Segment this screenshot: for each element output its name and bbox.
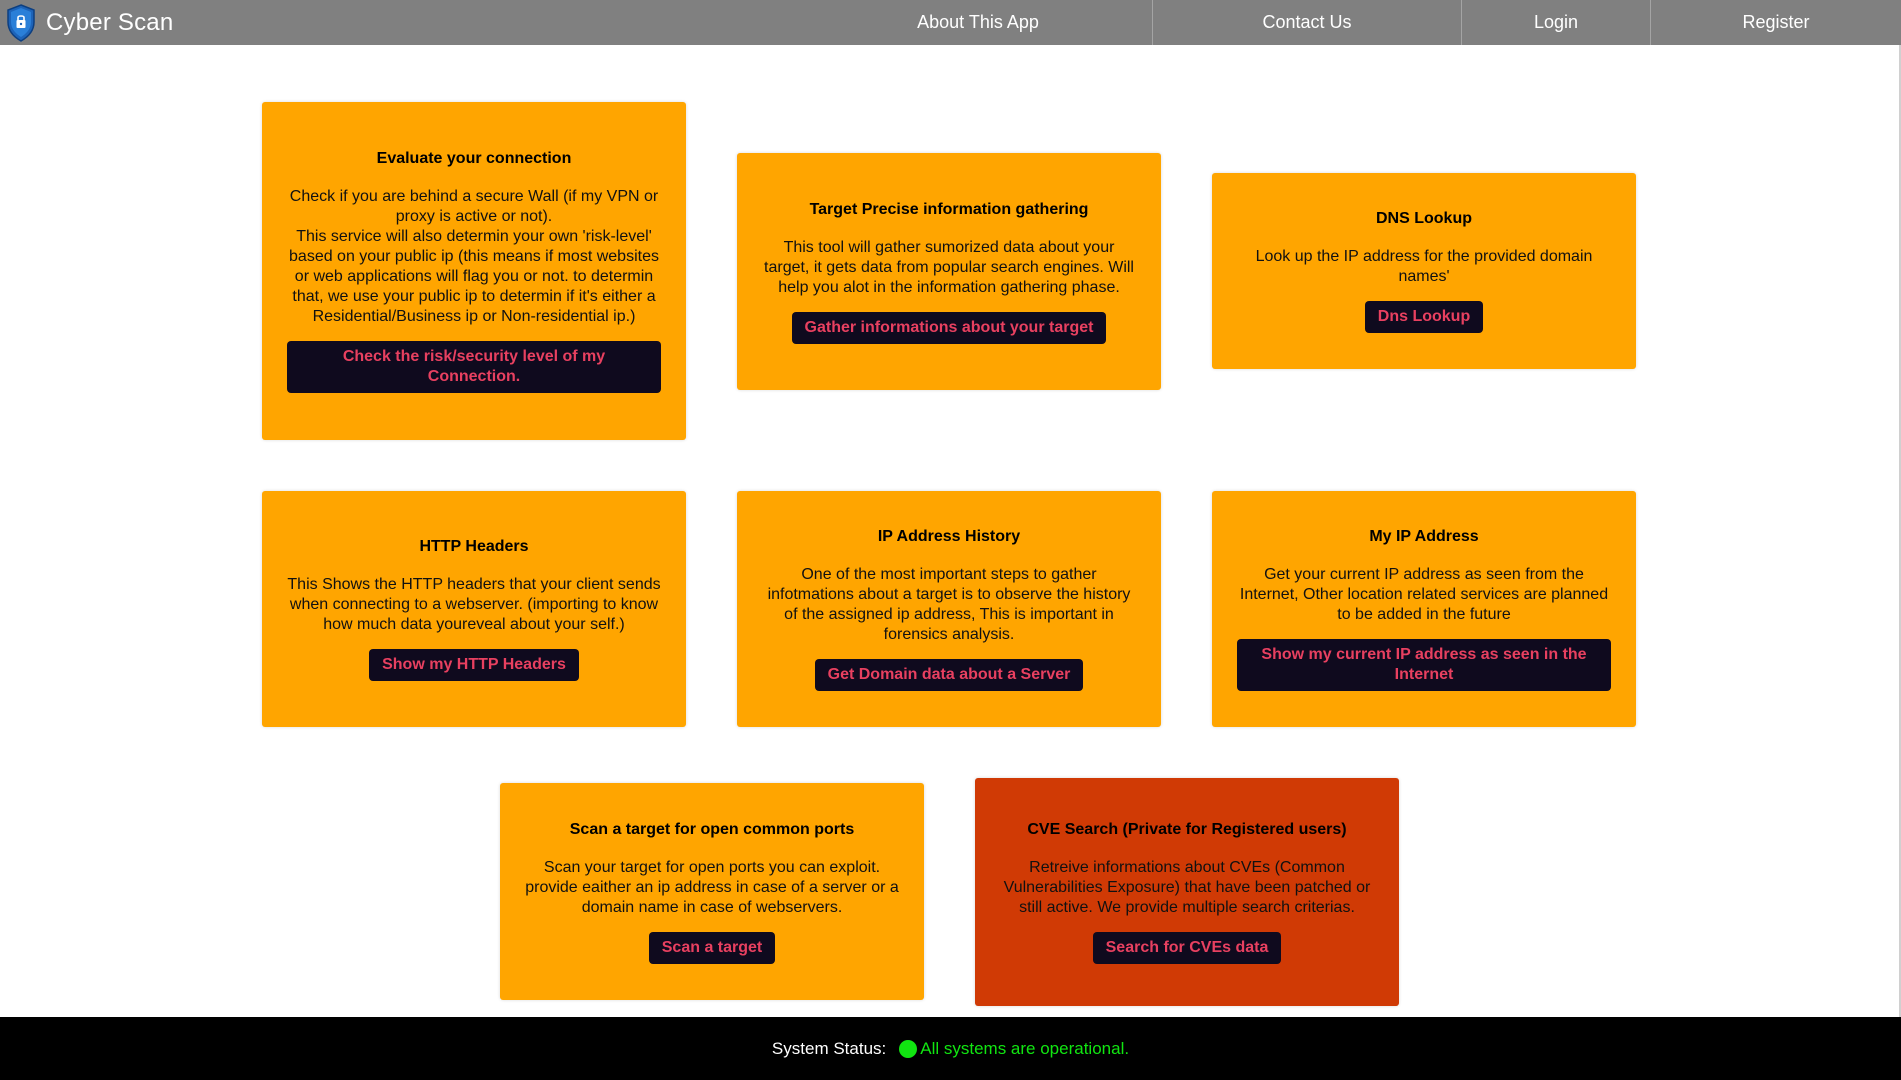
- card-description: Get your current IP address as seen from…: [1239, 566, 1609, 623]
- card-title: Target Precise information gathering: [809, 200, 1089, 218]
- top-navbar: Cyber Scan About This App Contact Us Log…: [0, 0, 1901, 45]
- nav-menu: About This App Contact Us Login Register: [804, 0, 1901, 45]
- card-http-headers: HTTP Headers This Shows the HTTP headers…: [262, 491, 686, 727]
- card-title: My IP Address: [1369, 528, 1479, 545]
- card-title: IP Address History: [877, 528, 1021, 545]
- card-ip-address-history: IP Address History One of the most impor…: [737, 491, 1161, 727]
- card-dns-lookup: DNS Lookup Look up the IP address for th…: [1212, 173, 1636, 369]
- page: Cyber Scan About This App Contact Us Log…: [0, 0, 1901, 1080]
- scan-target-button[interactable]: Scan a target: [648, 931, 776, 964]
- card-target-info-gathering: Target Precise information gathering Thi…: [737, 153, 1161, 390]
- card-title: DNS Lookup: [1376, 210, 1472, 227]
- card-cve-search: CVE Search (Private for Registered users…: [975, 778, 1399, 1006]
- status-dot-icon: [899, 1039, 918, 1058]
- dns-lookup-button[interactable]: Dns Lookup: [1364, 301, 1484, 333]
- card-description: Check if you are behind a secure Wall (i…: [289, 188, 659, 325]
- nav-about[interactable]: About This App: [804, 0, 1153, 45]
- brand-link[interactable]: Cyber Scan: [0, 0, 173, 45]
- card-title: CVE Search (Private for Registered users…: [1027, 821, 1347, 838]
- card-my-ip-address: My IP Address Get your current IP addres…: [1212, 491, 1636, 727]
- status-footer: System Status: All systems are operation…: [0, 1017, 1901, 1080]
- card-description: This tool will gather sumorized data abo…: [764, 238, 1134, 296]
- card-evaluate-connection: Evaluate your connection Check if you ar…: [262, 102, 686, 440]
- card-port-scan: Scan a target for open common ports Scan…: [500, 783, 924, 1000]
- nav-login[interactable]: Login: [1462, 0, 1651, 45]
- card-title: Scan a target for open common ports: [569, 820, 855, 838]
- nav-register[interactable]: Register: [1651, 0, 1901, 45]
- card-description: Retreive informations about CVEs (Common…: [1003, 859, 1371, 916]
- card-description: One of the most important steps to gathe…: [767, 566, 1131, 643]
- check-risk-button[interactable]: Check the risk/security level of my Conn…: [287, 341, 661, 393]
- shield-lock-icon: [4, 2, 38, 44]
- status-text: All systems are operational.: [920, 1038, 1130, 1058]
- gather-info-button[interactable]: Gather informations about your target: [791, 311, 1107, 344]
- show-http-headers-button[interactable]: Show my HTTP Headers: [369, 649, 579, 681]
- card-title: Evaluate your connection: [376, 150, 572, 167]
- nav-contact[interactable]: Contact Us: [1153, 0, 1462, 45]
- card-description: Scan your target for open ports you can …: [525, 858, 899, 916]
- status-label: System Status:: [771, 1038, 887, 1058]
- card-title: HTTP Headers: [419, 538, 529, 555]
- search-cve-button[interactable]: Search for CVEs data: [1092, 932, 1282, 964]
- get-domain-data-button[interactable]: Get Domain data about a Server: [814, 659, 1084, 691]
- card-description: Look up the IP address for the provided …: [1255, 248, 1593, 285]
- card-description: This Shows the HTTP headers that your cl…: [287, 576, 661, 633]
- show-my-ip-button[interactable]: Show my current IP address as seen in th…: [1237, 639, 1611, 691]
- app-title: Cyber Scan: [46, 8, 174, 36]
